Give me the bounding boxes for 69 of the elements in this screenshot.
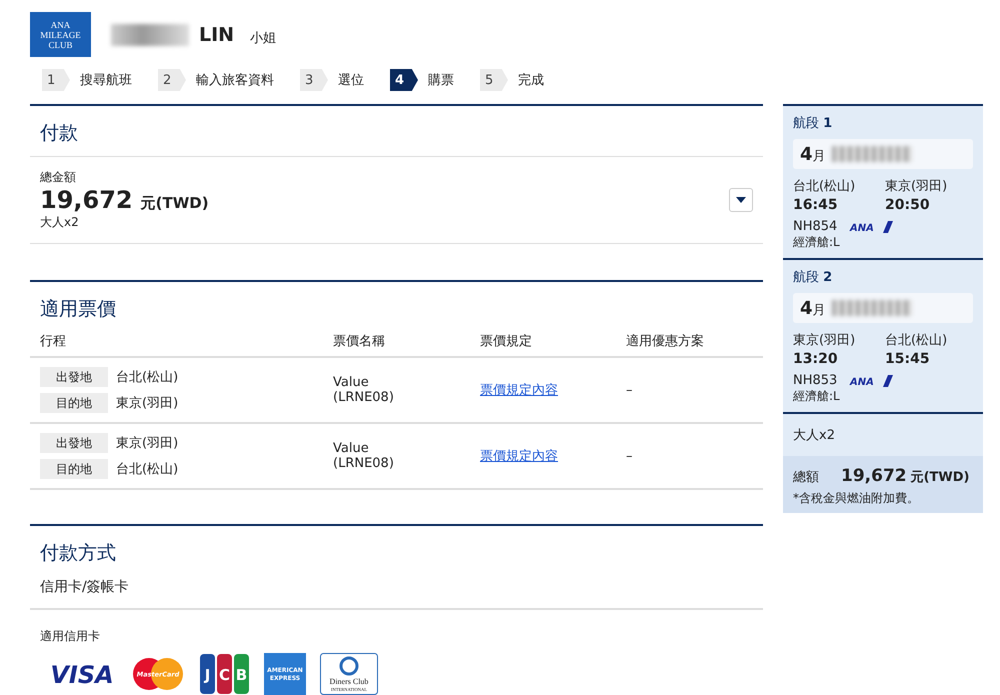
currency: 元(TWD) (910, 470, 970, 485)
month: 4月 (800, 298, 826, 318)
passenger-count: 大人x2 (793, 428, 835, 443)
passenger-name: LIN (199, 24, 234, 46)
column-header: 票價名稱 (323, 332, 470, 358)
airport: 東京(羽田) (885, 178, 948, 195)
section-title: 付款 (39, 121, 79, 146)
place: 台北(松山) (116, 461, 178, 478)
segment-title: 航段 1 (793, 115, 834, 132)
step-label: 購票 (428, 72, 454, 89)
cards-label: 適用信用卡 (40, 629, 100, 643)
time: 20:50 (885, 197, 931, 213)
flight-number: NH854 (793, 219, 838, 234)
currency: 元(TWD) (140, 194, 209, 212)
cabin-class: 經濟艙:L (793, 388, 841, 405)
total-label: 總金額 (40, 169, 77, 186)
step-label: 完成 (518, 72, 544, 89)
airport: 東京(羽田) (793, 332, 856, 349)
step-number: 1 (42, 69, 70, 91)
cabin-class: 經濟艙:L (793, 234, 841, 251)
payment-method: 信用卡/簽帳卡 (40, 579, 129, 595)
step-label: 搜尋航班 (80, 72, 132, 89)
time: 15:45 (885, 351, 931, 367)
fare-name: (LRNE08) (333, 390, 395, 405)
step-number: 3 (300, 69, 328, 91)
section-title: 適用票價 (39, 297, 117, 322)
total-amount: 19,672 (841, 466, 907, 486)
place: 台北(松山) (116, 369, 178, 386)
airport: 台北(松山) (793, 178, 856, 195)
fare-rules-link[interactable]: 票價規定內容 (480, 447, 558, 465)
segment-title: 航段 2 (793, 269, 834, 286)
fare-name: (LRNE08) (333, 456, 395, 471)
column-header: 適用優惠方案 (616, 332, 763, 358)
caret-icon (736, 197, 746, 203)
airline-logo: ANA (849, 220, 894, 233)
step-number: 5 (480, 69, 508, 91)
place: 東京(羽田) (116, 435, 178, 452)
step-label: 選位 (338, 72, 364, 89)
tax-note: *含稅金與燃油附加費。 (793, 490, 920, 507)
fare-name: Value (333, 375, 370, 390)
card-logo: J C B (200, 654, 250, 694)
passenger-count: 大人x2 (40, 214, 80, 231)
airline-logo: ANA (849, 374, 894, 387)
mileage-club-logo: ANA MILEAGE CLUB (30, 12, 91, 57)
leg-tag: 目的地 (40, 393, 108, 413)
section-title: 付款方式 (39, 541, 117, 566)
leg-tag: 出發地 (40, 367, 108, 387)
step-number: 4 (390, 69, 418, 91)
leg-tag: 出發地 (40, 433, 108, 453)
leg-tag: 目的地 (40, 459, 108, 479)
discount: – (626, 382, 634, 398)
time: 16:45 (793, 197, 839, 213)
fare-name: Value (333, 441, 370, 456)
column-header: 行程 (30, 332, 323, 358)
expand-button[interactable] (729, 188, 753, 212)
discount: – (626, 448, 634, 464)
honorific: 小姐 (250, 30, 276, 46)
total-label: 總額 (793, 469, 819, 486)
month: 4月 (800, 144, 826, 164)
card-logo: VISA (48, 659, 116, 689)
column-header: 票價規定 (470, 332, 616, 358)
fare-rules-link[interactable]: 票價規定內容 (480, 381, 558, 399)
flight-number: NH853 (793, 373, 838, 388)
airport: 台北(松山) (885, 332, 948, 349)
time: 13:20 (793, 351, 839, 367)
step-number: 2 (158, 69, 186, 91)
total-amount: 19,672 (40, 186, 133, 214)
place: 東京(羽田) (116, 395, 178, 412)
step-label: 輸入旅客資料 (196, 72, 274, 89)
